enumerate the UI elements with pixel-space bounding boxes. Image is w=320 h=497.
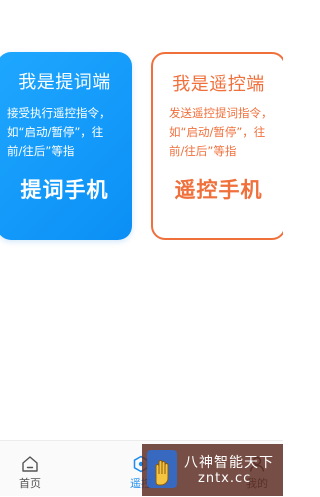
watermark-url: zntx.cc bbox=[198, 471, 252, 486]
prompter-card-title: 我是提词端 bbox=[18, 72, 111, 93]
remote-card-label: 遥控手机 bbox=[174, 178, 263, 202]
tab-home-label: 首页 bbox=[19, 477, 41, 490]
hand-cursor-logo-icon bbox=[147, 450, 177, 488]
prompter-desc-line: 接受执行遥控指令， bbox=[7, 106, 111, 120]
remote-desc-line: 前/往后”等指 bbox=[169, 144, 237, 158]
prompter-desc-line: 如“启动/暂停”，往 bbox=[7, 125, 104, 139]
prompter-desc-line: 前/往后”等指 bbox=[7, 144, 75, 158]
prompter-card-description: 接受执行遥控指令， 如“启动/暂停”，往 前/往后”等指 bbox=[7, 104, 126, 161]
home-icon bbox=[22, 456, 38, 472]
remote-desc-line: 发送遥控提词指令， bbox=[169, 106, 273, 120]
watermark-overlay: 八神智能天下 zntx.cc bbox=[142, 444, 283, 496]
remote-desc-line: 如“启动/暂停”，往 bbox=[169, 125, 266, 139]
prompter-card-label: 提词手机 bbox=[20, 178, 109, 202]
watermark-title: 八神智能天下 bbox=[184, 455, 274, 471]
content-area: 我是提词端 接受执行遥控指令， 如“启动/暂停”，往 前/往后”等指 提词手机 … bbox=[0, 0, 283, 440]
remote-card-description: 发送遥控提词指令， 如“启动/暂停”，往 前/往后”等指 bbox=[169, 104, 278, 161]
remote-card-title: 我是遥控端 bbox=[172, 74, 265, 95]
remote-mode-card[interactable]: 我是遥控端 发送遥控提词指令， 如“启动/暂停”，往 前/往后”等指 遥控手机 bbox=[151, 52, 283, 240]
prompter-mode-card[interactable]: 我是提词端 接受执行遥控指令， 如“启动/暂停”，往 前/往后”等指 提词手机 bbox=[0, 52, 132, 240]
tab-home[interactable]: 首页 bbox=[0, 441, 65, 497]
